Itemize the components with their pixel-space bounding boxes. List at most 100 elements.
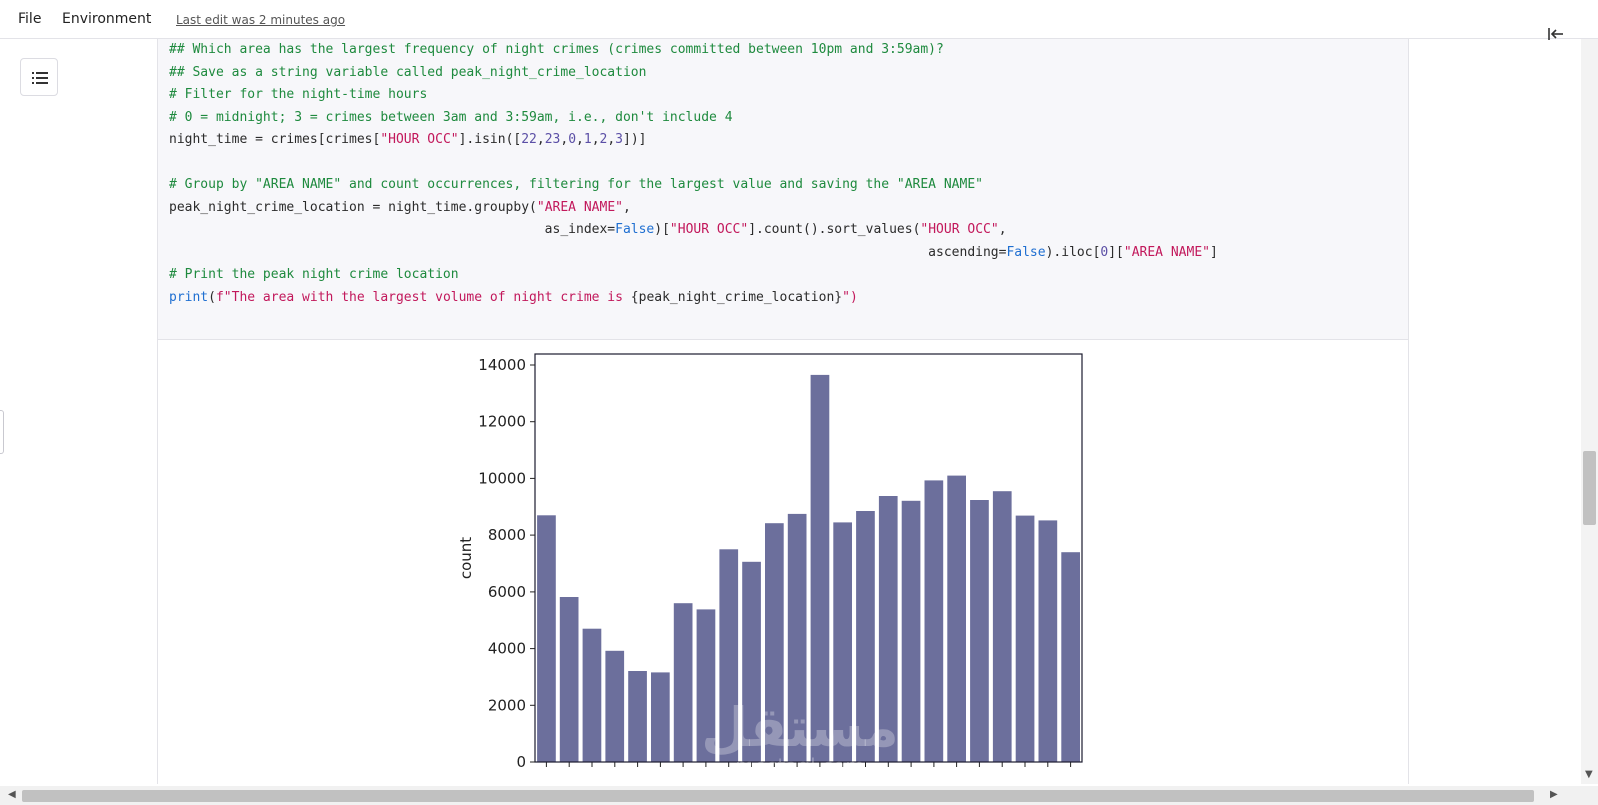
code-line[interactable]: ## Save as a string variable called peak… xyxy=(169,62,1218,85)
scroll-down-arrow-icon[interactable]: ▼ xyxy=(1585,769,1593,780)
bar xyxy=(901,500,921,762)
code-token: 1 xyxy=(583,132,592,147)
code-token: "HOUR OCC" xyxy=(920,222,999,237)
notebook-cell: ## Which area has the largest frequency … xyxy=(157,39,1409,784)
y-tick-label: 0 xyxy=(516,753,526,771)
horizontal-scroll-thumb[interactable] xyxy=(22,790,1534,802)
code-editor[interactable]: ## Which area has the largest frequency … xyxy=(158,39,1408,340)
code-line[interactable]: # 0 = midnight; 3 = crimes between 3am a… xyxy=(169,107,1218,130)
code-token: ascending= xyxy=(169,244,1007,260)
y-tick-label: 2000 xyxy=(488,696,526,714)
y-tick-label: 4000 xyxy=(488,640,526,658)
left-panel-handle[interactable] xyxy=(0,410,4,454)
code-token: # Filter for the night-time hours xyxy=(169,87,428,102)
code-token: ( xyxy=(208,289,216,305)
code-token: {peak_night_crime_location} xyxy=(630,289,843,305)
bar xyxy=(696,609,716,762)
code-token: ([ xyxy=(505,132,522,147)
code-token: ). xyxy=(1045,244,1062,260)
bar xyxy=(1015,515,1035,762)
bar-chart: 0 2000 4000 6000 8000 10000 12000 14000 count xyxy=(457,353,1083,771)
code-line[interactable] xyxy=(169,152,1218,175)
bar xyxy=(992,491,1012,762)
bar xyxy=(673,603,693,762)
y-tick-label: 6000 xyxy=(488,583,526,601)
scroll-left-arrow-icon[interactable]: ◀ xyxy=(8,789,16,800)
y-tick-label: 10000 xyxy=(478,469,526,487)
bar xyxy=(537,515,556,762)
bar xyxy=(1038,520,1058,762)
code-token: iloc xyxy=(1061,244,1093,260)
code-line[interactable]: print(f"The area with the largest volume… xyxy=(169,287,1218,310)
code-line[interactable]: peak_night_crime_location = night_time.g… xyxy=(169,197,1218,220)
y-axis-label: count xyxy=(457,537,475,579)
bar xyxy=(628,671,647,762)
code-token: False xyxy=(615,222,655,237)
list-icon xyxy=(32,72,48,84)
bar xyxy=(810,374,830,762)
code-block[interactable]: ## Which area has the largest frequency … xyxy=(169,39,1218,309)
code-token: "AREA NAME" xyxy=(1123,244,1210,260)
table-of-contents-button[interactable] xyxy=(20,58,58,96)
code-token: , xyxy=(591,132,600,147)
environment-menu[interactable]: Environment xyxy=(62,11,151,27)
code-token: , xyxy=(576,132,584,147)
code-token: , xyxy=(607,132,616,147)
code-token: False xyxy=(1006,244,1046,260)
scroll-right-arrow-icon[interactable]: ▶ xyxy=(1550,789,1558,800)
code-token: ])] xyxy=(623,132,647,147)
code-token: "HOUR OCC" xyxy=(669,222,749,237)
code-token: ( xyxy=(529,199,537,215)
code-token: groupby xyxy=(474,199,530,215)
code-token: , xyxy=(998,222,1007,237)
code-line[interactable]: # Filter for the night-time hours xyxy=(169,84,1218,107)
code-token: print xyxy=(169,289,209,305)
code-token: sort_values xyxy=(826,222,913,237)
code-token: "AREA NAME" xyxy=(536,199,623,215)
code-token: 22 xyxy=(521,132,537,147)
code-token: night_time = crimes[crimes[ xyxy=(169,132,381,147)
code-token: ] xyxy=(1209,244,1218,260)
code-line[interactable]: # Print the peak night crime location xyxy=(169,264,1218,287)
bar xyxy=(947,475,966,762)
bar xyxy=(970,500,989,762)
bar xyxy=(651,672,670,762)
vertical-scrollbar[interactable]: ▼ xyxy=(1581,39,1598,784)
collapse-left-icon[interactable] xyxy=(1546,25,1568,45)
code-token: # 0 = midnight; 3 = crimes between 3am a… xyxy=(169,109,733,125)
code-token: # Print the peak night crime location xyxy=(169,267,459,282)
code-token: count xyxy=(763,222,803,237)
code-token: ## Save as a string variable called peak… xyxy=(169,64,647,80)
horizontal-scrollbar[interactable]: ◀ ▶ xyxy=(0,786,1598,805)
code-token: 23 xyxy=(544,132,561,147)
code-token: isin xyxy=(474,132,506,147)
code-token: ") xyxy=(842,289,858,305)
code-line[interactable]: ascending=False).iloc[0]["AREA NAME"] xyxy=(169,242,1218,265)
code-token: peak_night_crime_location = night_time. xyxy=(169,199,475,215)
code-token: , xyxy=(536,132,545,147)
code-token: )[ xyxy=(654,222,670,237)
code-token: ]. xyxy=(748,222,764,237)
y-tick-label: 12000 xyxy=(478,413,526,431)
code-token: , xyxy=(622,199,631,215)
top-menu-bar: File Environment Last edit was 2 minutes… xyxy=(0,0,1598,39)
code-line[interactable]: # Group by "AREA NAME" and count occurre… xyxy=(169,174,1218,197)
cell-output: 0 2000 4000 6000 8000 10000 12000 14000 count xyxy=(158,340,1408,784)
code-token: ## Which area has the largest frequency … xyxy=(169,42,944,57)
code-token: "HOUR OCC" xyxy=(380,132,459,147)
vertical-scroll-thumb[interactable] xyxy=(1583,451,1596,525)
code-line[interactable]: ## Which area has the largest frequency … xyxy=(169,39,1218,62)
bar xyxy=(742,561,761,762)
last-edit-link[interactable]: Last edit was 2 minutes ago xyxy=(176,13,345,27)
bar xyxy=(765,523,784,762)
file-menu[interactable]: File xyxy=(18,11,41,27)
code-line[interactable]: night_time = crimes[crimes["HOUR OCC"].i… xyxy=(169,129,1218,152)
code-line[interactable]: as_index=False)["HOUR OCC"].count().sort… xyxy=(169,219,1218,242)
code-token: # Group by "AREA NAME" and count occurre… xyxy=(169,177,983,192)
bar xyxy=(856,511,875,762)
code-token: ]. xyxy=(458,132,475,147)
code-token: 3 xyxy=(615,132,623,147)
code-token: ][ xyxy=(1108,244,1124,260)
bar xyxy=(878,496,898,762)
bar xyxy=(719,549,739,762)
